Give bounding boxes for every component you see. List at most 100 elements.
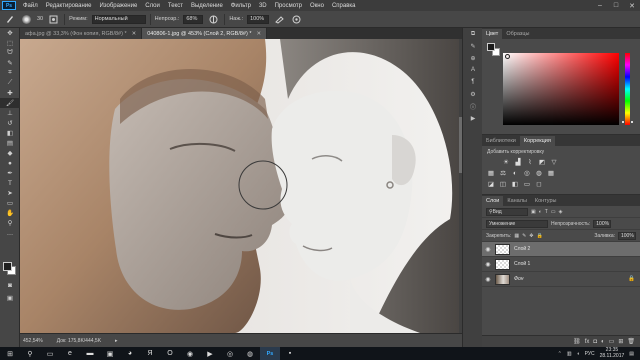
maximize-button[interactable]: □ [608,0,624,11]
color-field[interactable] [503,53,619,125]
close-button[interactable]: ✕ [624,0,640,11]
pen-tool-icon[interactable]: ✒ [0,168,20,178]
brush-settings-icon[interactable]: ✎ [463,40,483,52]
info-panel-icon[interactable]: ⓘ [463,100,483,112]
store-icon[interactable]: ▣ [100,347,120,360]
menu-3d[interactable]: 3D [255,3,271,9]
photoshop-taskbar-icon[interactable]: Ps [260,347,280,360]
color-balance-icon[interactable]: ⚖ [499,169,507,177]
airbrush-icon[interactable] [273,14,286,25]
gradient-map-icon[interactable]: ▭ [523,180,531,188]
menu-image[interactable]: Изображение [95,3,141,9]
visibility-eye-icon[interactable]: ◉ [482,261,494,268]
layer-filter-select[interactable]: ⚲ Вид [486,207,528,216]
actions-panel-icon[interactable]: ▶ [463,112,483,124]
language-indicator[interactable]: РУС [585,351,595,357]
pressure-size-icon[interactable] [290,14,303,25]
hue-slider[interactable] [625,53,630,125]
chrome-icon[interactable]: ◉ [180,347,200,360]
app-icon[interactable]: ◎ [220,347,240,360]
more-tools-icon[interactable]: … [0,228,20,238]
menu-file[interactable]: Файл [19,3,42,9]
layer-row[interactable]: ◉ Фон 🔒 [482,272,640,287]
rectangle-tool-icon[interactable]: ▭ [0,198,20,208]
menu-select[interactable]: Выделение [187,3,227,9]
brush-panel-icon[interactable] [47,14,60,25]
channel-mixer-icon[interactable]: ◍ [535,169,543,177]
filter-pixel-icon[interactable]: ▣ [531,209,536,215]
dodge-tool-icon[interactable]: ● [0,158,20,168]
clone-stamp-tool-icon[interactable]: ⊥ [0,108,20,118]
lock-all-icon[interactable]: 🔒 [536,233,542,239]
app-icon[interactable]: ◍ [240,347,260,360]
curves-icon[interactable]: ⌇ [526,158,534,166]
edge-browser-icon[interactable]: e [60,347,80,360]
color-picker-handle[interactable] [505,54,510,59]
add-mask-icon[interactable]: ◘ [593,339,597,345]
filter-smart-object-icon[interactable]: ◈ [559,209,563,215]
network-icon[interactable]: ▥ [567,351,572,357]
layer-row[interactable]: ◉ Слой 1 [482,257,640,272]
vibrance-icon[interactable]: ▽ [550,158,558,166]
character-panel-icon[interactable]: A [463,64,483,76]
task-view-icon[interactable]: ▭ [40,347,60,360]
menu-window[interactable]: Окно [306,3,328,9]
clone-source-icon[interactable]: ⊕ [463,52,483,64]
lock-position-icon[interactable]: ✥ [529,233,533,239]
brush-tool-preset-icon[interactable] [3,14,16,25]
foreground-color-chip[interactable] [487,43,495,51]
lock-transparent-icon[interactable]: ▦ [514,233,519,239]
pressure-opacity-icon[interactable] [207,14,220,25]
screen-mode-icon[interactable]: ▣ [0,293,20,303]
menu-help[interactable]: Справка [328,3,360,9]
tab-layers[interactable]: Слои [482,196,504,206]
lasso-tool-icon[interactable]: ᗢ [0,48,20,58]
app-icon[interactable]: ▪ [280,347,300,360]
hue-saturation-icon[interactable]: ▦ [487,169,495,177]
brush-size-picker[interactable] [20,14,33,25]
menu-edit[interactable]: Редактирование [42,3,96,9]
filter-shape-icon[interactable]: ▭ [551,209,556,215]
delete-layer-icon[interactable]: 🗑 [627,338,635,345]
quick-selection-tool-icon[interactable]: ✎ [0,58,20,68]
windows-start-icon[interactable]: ⊞ [0,347,20,360]
minimize-button[interactable]: – [592,0,608,11]
opera-icon[interactable]: O [160,347,180,360]
menu-filter[interactable]: Фильтр [227,3,255,9]
color-lookup-icon[interactable]: ▦ [547,169,555,177]
flow-input[interactable]: 100% [247,14,270,24]
opacity-input[interactable]: 68% [183,14,204,24]
new-layer-icon[interactable]: ⊞ [618,338,623,345]
history-brush-tool-icon[interactable]: ↺ [0,118,20,128]
blur-tool-icon[interactable]: ◆ [0,148,20,158]
filter-adjustment-icon[interactable]: ◐ [539,209,542,215]
clock[interactable]: 23:35 28.11.2017 [600,347,625,359]
healing-brush-tool-icon[interactable]: ✚ [0,88,20,98]
tab-libraries[interactable]: Библиотеки [482,136,520,146]
fill-input[interactable]: 100% [618,231,636,240]
status-menu-icon[interactable]: ▸ [115,338,118,344]
blend-mode-select[interactable]: Нормальный [91,14,146,24]
new-adjustment-icon[interactable]: ◐ [601,339,605,345]
visibility-eye-icon[interactable]: ◉ [482,246,494,253]
menu-type[interactable]: Текст [164,3,187,9]
history-panel-icon[interactable]: ⧉ [463,28,483,40]
zoom-level[interactable]: 452,54% [23,338,43,344]
layer-opacity-input[interactable]: 100% [593,219,612,228]
hue-slider-handle[interactable] [622,121,633,123]
selective-color-icon[interactable]: ◻ [535,180,543,188]
yandex-icon[interactable]: Я [140,347,160,360]
firefox-icon[interactable]: ◕ [120,347,140,360]
filter-type-icon[interactable]: T [545,209,548,215]
tab-swatches[interactable]: Образцы [502,29,533,39]
tab-adjustments[interactable]: Коррекция [519,136,555,146]
type-tool-icon[interactable]: T [0,178,20,188]
layer-style-icon[interactable]: fx [585,339,590,345]
eraser-tool-icon[interactable]: ◧ [0,128,20,138]
invert-icon[interactable]: ◪ [487,180,495,188]
layer-row[interactable]: ◉ Слой 2 [482,242,640,257]
close-tab-icon[interactable]: ✕ [256,31,261,37]
move-tool-icon[interactable]: ✥ [0,28,20,38]
file-explorer-icon[interactable]: ▬ [80,347,100,360]
brightness-contrast-icon[interactable]: ☀ [502,158,510,166]
